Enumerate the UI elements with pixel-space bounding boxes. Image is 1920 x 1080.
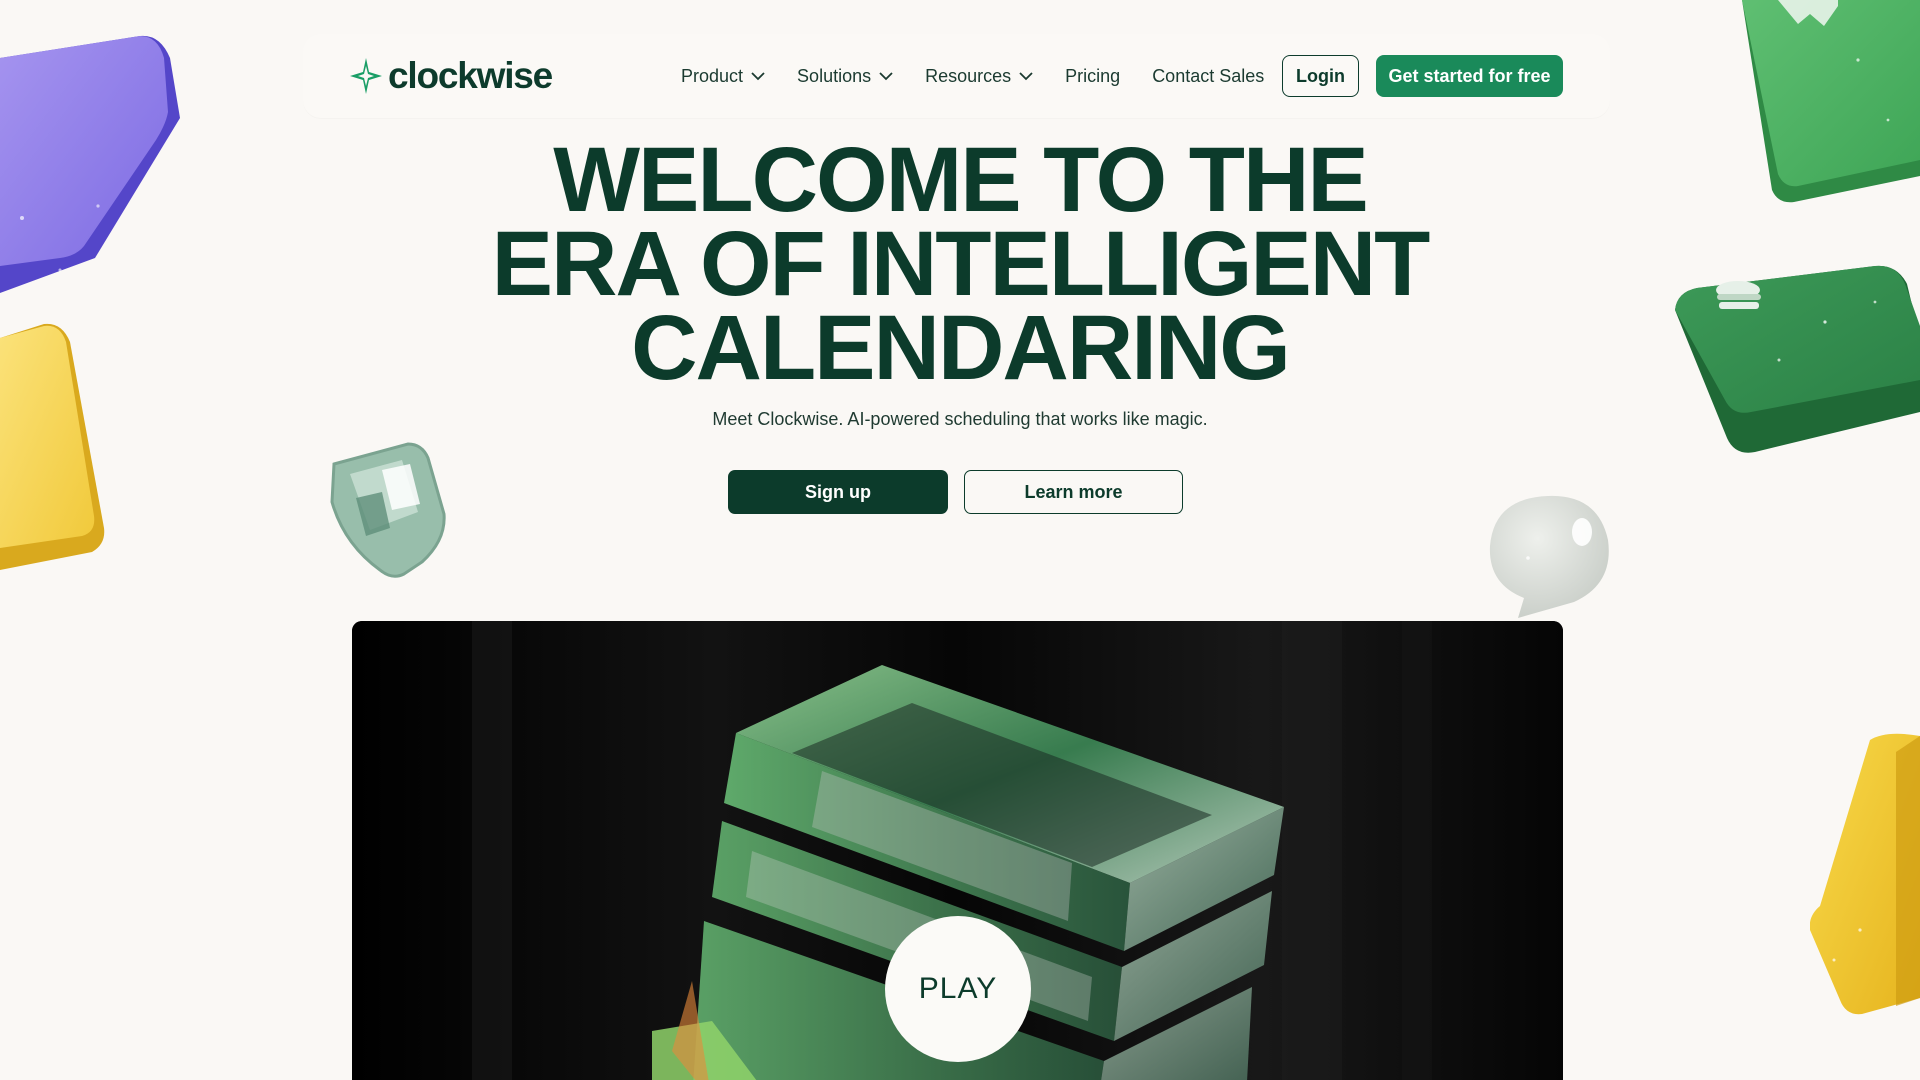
page: clockwise Product Solutions Resources Pr… [0, 0, 1920, 1080]
nav-item-pricing[interactable]: Pricing [1065, 66, 1120, 87]
login-button[interactable]: Login [1282, 55, 1359, 97]
nav-item-label: Solutions [797, 65, 872, 86]
nav-item-label: Product [681, 65, 744, 86]
nav-links: Product Solutions Resources Pricing Cont… [681, 34, 1296, 118]
nav-item-product[interactable]: Product [681, 66, 765, 87]
play-button[interactable]: PLAY [885, 916, 1031, 1062]
hero-title-line: CALENDARING [631, 297, 1291, 399]
nav-item-label: Resources [925, 65, 1012, 86]
nav-item-solutions[interactable]: Solutions [797, 66, 893, 87]
nav-item-contact-sales[interactable]: Contact Sales [1152, 66, 1264, 87]
yellow-cube-icon [1810, 730, 1920, 1020]
green-burger-key-icon [1675, 262, 1920, 458]
learn-more-button[interactable]: Learn more [964, 470, 1183, 514]
hero-title-line: ERA OF INTELLIGENT [491, 213, 1431, 315]
nav-item-label: Contact Sales [1152, 65, 1265, 86]
hero-subtitle: Meet Clockwise. AI-powered scheduling th… [712, 409, 1208, 429]
chevron-down-icon [751, 71, 765, 80]
hero-title-line: WELCOME TO THE [553, 129, 1369, 231]
hero-title: WELCOME TO THE ERA OF INTELLIGENT CALEND… [420, 129, 1500, 399]
top-navbar: clockwise Product Solutions Resources Pr… [303, 34, 1610, 118]
chevron-down-icon [879, 71, 893, 80]
green-key-icon [1738, 0, 1920, 210]
sign-up-button[interactable]: Sign up [728, 470, 948, 514]
nav-item-resources[interactable]: Resources [925, 66, 1033, 87]
get-started-button[interactable]: Get started for free [1376, 55, 1563, 97]
chevron-down-icon [1019, 71, 1033, 80]
clockwise-diamond-logo-icon [350, 58, 382, 94]
shield-icon [322, 440, 452, 580]
purple-block-icon [0, 28, 185, 303]
nav-item-label: Pricing [1065, 65, 1121, 86]
yellow-block-icon [0, 320, 110, 580]
brand-name: clockwise [388, 55, 553, 96]
speech-bubble-icon [1478, 488, 1618, 623]
hero-video[interactable]: PLAY [352, 621, 1563, 1080]
brand-logo[interactable]: clockwise [350, 52, 553, 100]
